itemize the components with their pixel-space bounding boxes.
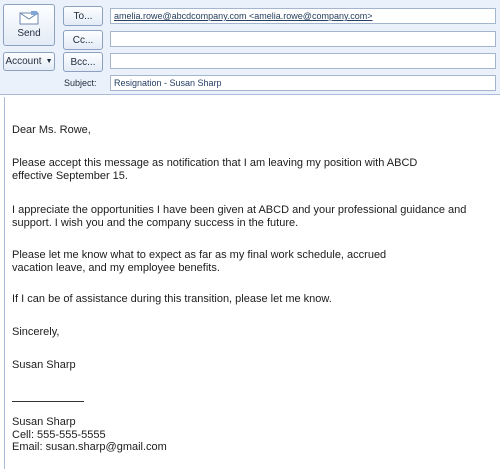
- bcc-label: Bcc...: [70, 56, 96, 68]
- to-field[interactable]: amelia.rowe@abcdcompany.com <amelia.rowe…: [110, 8, 496, 24]
- to-label: To...: [73, 10, 93, 22]
- to-value: amelia.rowe@abcdcompany.com <amelia.rowe…: [114, 11, 373, 21]
- signature-block-cell: Cell: 555-555-5555: [12, 428, 106, 441]
- compose-header: Send To... Cc... Account ▼ Bcc... amelia…: [0, 0, 500, 95]
- paragraph-3: Please let me know what to expect as far…: [12, 249, 482, 275]
- account-label: Account: [5, 56, 42, 67]
- subject-field[interactable]: Resignation - Susan Sharp: [110, 75, 496, 91]
- paragraph-4: If I can be of assistance during this tr…: [12, 293, 332, 305]
- to-button[interactable]: To...: [63, 6, 103, 26]
- signature-divider: [12, 401, 84, 402]
- paragraph-2-line-1: I appreciate the opportunities I have be…: [12, 204, 467, 216]
- cc-button[interactable]: Cc...: [63, 30, 103, 50]
- paragraph-1: Please accept this message as notificati…: [12, 157, 482, 183]
- signature-block-email: Email: susan.sharp@gmail.com: [12, 441, 167, 453]
- greeting: Dear Ms. Rowe,: [12, 124, 91, 136]
- paragraph-3-line-1: Please let me know what to expect as far…: [12, 249, 387, 261]
- account-button[interactable]: Account ▼: [3, 52, 55, 71]
- paragraph-1-line-2: effective September 15.: [12, 170, 128, 182]
- subject-label: Subject:: [64, 78, 97, 88]
- chevron-down-icon: ▼: [45, 58, 53, 65]
- send-button[interactable]: Send: [3, 4, 55, 46]
- paragraph-2: I appreciate the opportunities I have be…: [12, 204, 482, 230]
- bcc-button[interactable]: Bcc...: [63, 52, 103, 72]
- paragraph-2-line-2: support. I wish you and the company succ…: [12, 217, 299, 229]
- closing: Sincerely,: [12, 326, 60, 338]
- paragraph-3-line-2: vacation leave, and my employee benefits…: [12, 262, 220, 274]
- cc-label: Cc...: [72, 34, 94, 46]
- message-body[interactable]: Dear Ms. Rowe, Please accept this messag…: [4, 97, 498, 469]
- paragraph-1-line-1: Please accept this message as notificati…: [12, 157, 418, 169]
- signature-name: Susan Sharp: [12, 359, 76, 371]
- signature-block: Susan Sharp Cell: 555-555-5555 Email: su…: [12, 416, 167, 454]
- send-mail-icon: [19, 11, 39, 25]
- signature-block-name: Susan Sharp: [12, 416, 76, 428]
- send-label: Send: [17, 28, 41, 39]
- cc-field[interactable]: [110, 31, 496, 47]
- bcc-field[interactable]: [110, 53, 496, 69]
